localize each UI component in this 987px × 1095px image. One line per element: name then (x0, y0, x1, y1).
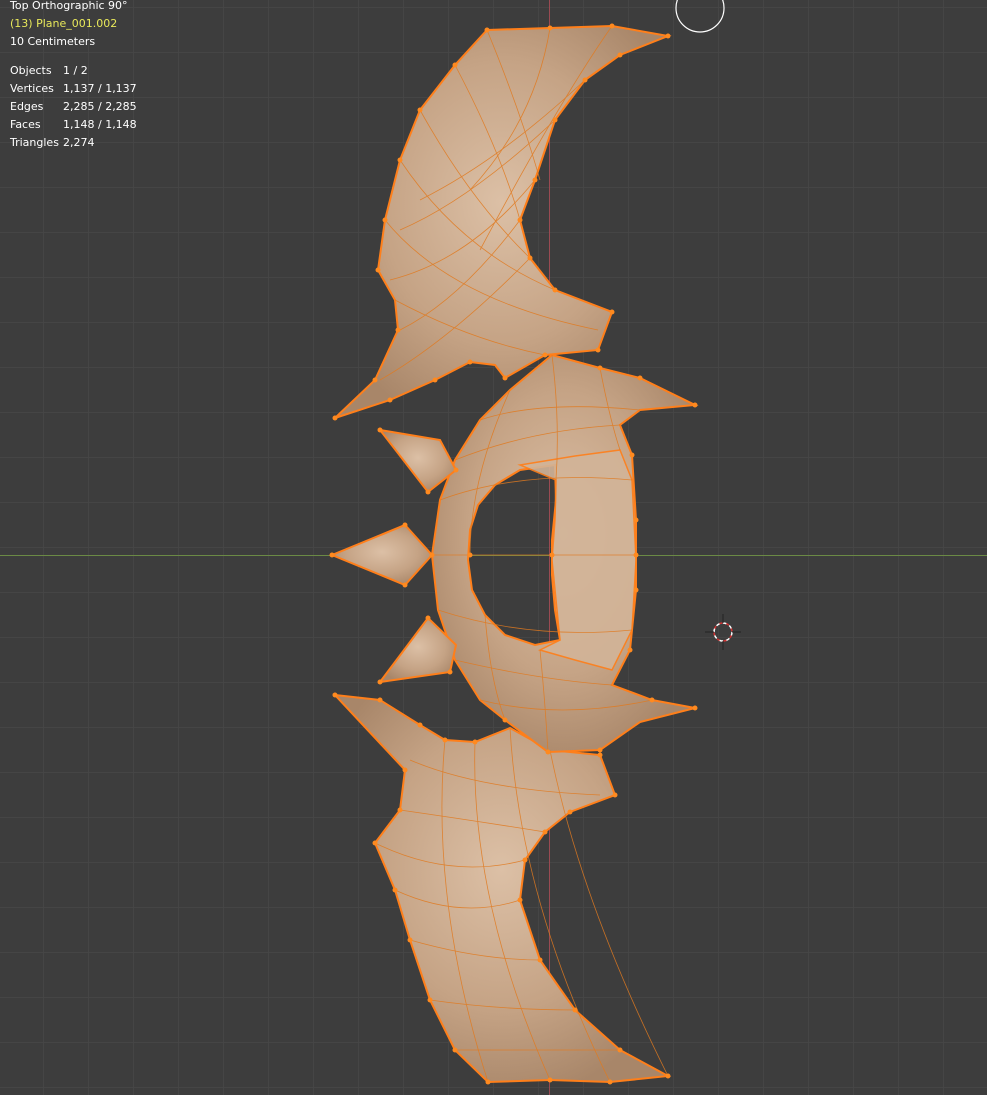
stat-vertices: Vertices 1,137 / 1,137 (10, 80, 137, 98)
mesh-object[interactable] (0, 0, 987, 1095)
stat-label: Objects (10, 64, 52, 77)
stat-faces: Faces 1,148 / 1,148 (10, 116, 137, 134)
view-name: Top Orthographic 90° (10, 0, 128, 12)
stat-edges: Edges 2,285 / 2,285 (10, 98, 137, 116)
stat-label: Edges (10, 100, 44, 113)
mesh-body[interactable] (329, 24, 699, 1084)
3d-viewport[interactable]: Top Orthographic 90° (13) Plane_001.002 … (0, 0, 987, 1095)
stat-objects: Objects 1 / 2 (10, 62, 137, 80)
stat-label: Faces (10, 118, 41, 131)
brush-circle-cursor-icon (675, 0, 725, 33)
stat-value: 1 / 2 (63, 64, 88, 77)
stat-value: 1,148 / 1,148 (63, 118, 137, 131)
active-object-name: (13) Plane_001.002 (10, 17, 118, 30)
stat-value: 1,137 / 1,137 (63, 82, 137, 95)
3d-cursor-icon[interactable] (705, 614, 741, 650)
stat-label: Triangles (10, 136, 59, 149)
grid-scale: 10 Centimeters (10, 35, 96, 48)
viewport-info-overlay: Top Orthographic 90° (13) Plane_001.002 … (10, 0, 137, 152)
stat-value: 2,274 (63, 136, 95, 149)
stat-label: Vertices (10, 82, 54, 95)
stat-triangles: Triangles 2,274 (10, 134, 137, 152)
stat-value: 2,285 / 2,285 (63, 100, 137, 113)
